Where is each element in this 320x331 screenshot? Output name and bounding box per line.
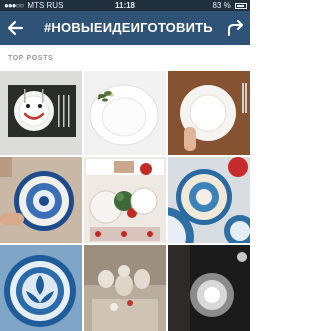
battery-status: 83 % [213,0,247,11]
nav-bar: #НОВЫЕИДЕИГОТОВИТЬ [0,11,250,45]
status-bar: ●●●○○ MTS RUS 11:18 83 % [0,0,250,11]
post-thumbnail-9[interactable] [168,245,250,331]
post-thumbnail-5[interactable] [84,157,166,243]
post-thumbnail-8[interactable] [84,245,166,331]
post-thumbnail-2[interactable] [84,71,166,155]
post-thumbnail-6[interactable] [168,157,250,243]
post-thumbnail-1[interactable] [0,71,82,155]
share-arrow-icon[interactable] [226,17,246,39]
back-arrow-icon[interactable] [6,17,26,39]
top-posts-grid [0,71,250,331]
battery-icon [235,2,247,9]
hashtag-title: #НОВЫЕИДЕИГОТОВИТЬ [44,20,213,35]
post-thumbnail-7[interactable] [0,245,82,331]
battery-percent: 83 % [212,1,231,10]
top-posts-label: TOP POSTS [8,55,54,62]
post-thumbnail-4[interactable] [0,157,82,243]
post-thumbnail-3[interactable] [168,71,250,155]
